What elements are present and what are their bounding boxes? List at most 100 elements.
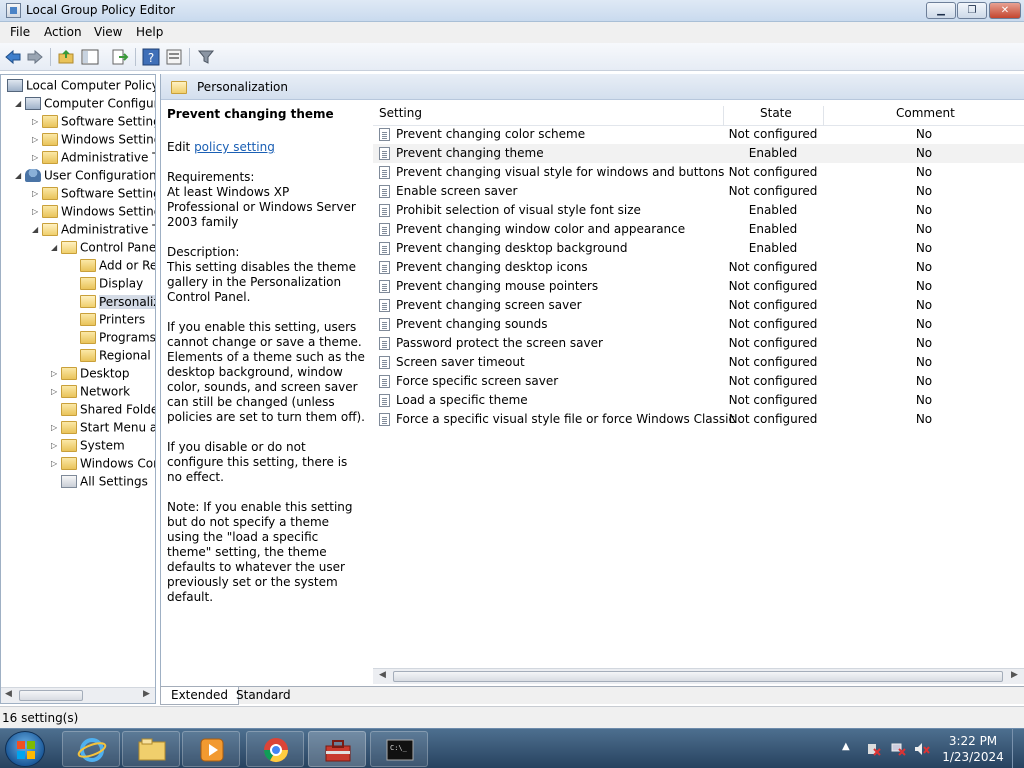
expand-triangle-icon[interactable]: ▷ (51, 423, 61, 432)
back-arrow-icon[interactable] (4, 48, 22, 66)
tree-node[interactable]: Personaliz (70, 294, 155, 312)
internet-explorer-taskbar-button[interactable] (62, 731, 120, 767)
tab-standard[interactable]: Standard (226, 687, 301, 705)
edit-policy-setting-link[interactable]: policy setting (194, 140, 275, 154)
column-header-comment[interactable]: Comment (896, 106, 955, 120)
console-tree[interactable]: Local Computer Policy ◢ Computer Configura… (0, 74, 156, 704)
maximize-button[interactable]: ❐ (957, 2, 987, 19)
collapse-triangle-icon[interactable]: ◢ (15, 171, 25, 180)
show-hidden-icons-arrow[interactable]: ▲ (842, 741, 850, 752)
file-explorer-taskbar-button[interactable] (122, 731, 180, 767)
tree-node[interactable]: ◢ Computer Configura (15, 96, 155, 114)
setting-row[interactable]: Password protect the screen saver Not con… (373, 334, 1024, 353)
scroll-left-arrow-icon[interactable]: ◀ (379, 670, 386, 680)
setting-row[interactable]: Enable screen saver Not configured No (373, 182, 1024, 201)
filter-icon[interactable] (197, 48, 215, 66)
tree-node[interactable]: Add or Re (70, 258, 155, 276)
tree-node[interactable]: ▷ Start Menu ar (51, 420, 155, 438)
tree-node[interactable]: ▷ Software Settings (32, 114, 155, 132)
media-player-taskbar-button[interactable] (182, 731, 240, 767)
scroll-right-arrow-icon[interactable]: ▶ (1011, 670, 1018, 680)
tree-node[interactable]: ▷ Windows Setting (32, 132, 155, 150)
tree-node[interactable]: ▷ Administrative Te (32, 150, 155, 168)
setting-row[interactable]: Prevent changing desktop icons Not config… (373, 258, 1024, 277)
tree-node[interactable]: ▷ Network (51, 384, 130, 402)
tree-node[interactable]: ▷ Windows Cor (51, 456, 155, 474)
expand-triangle-icon[interactable]: ▷ (32, 189, 42, 198)
tree-node[interactable]: ▷ System (51, 438, 125, 456)
setting-row[interactable]: Screen saver timeout Not configured No (373, 353, 1024, 372)
group-policy-taskbar-button[interactable] (308, 731, 366, 767)
column-header-setting[interactable]: Setting (379, 106, 422, 120)
start-button[interactable] (5, 731, 45, 767)
expand-triangle-icon[interactable]: ▷ (51, 387, 61, 396)
tree-node[interactable]: Local Computer Policy (7, 78, 155, 96)
menu-view[interactable]: View (94, 25, 122, 39)
list-horizontal-scrollbar[interactable]: ◀ ▶ (373, 668, 1024, 684)
expand-triangle-icon[interactable]: ▷ (32, 117, 42, 126)
setting-row[interactable]: Force a specific visual style file or fo… (373, 410, 1024, 429)
export-list-icon[interactable] (111, 48, 129, 66)
expand-triangle-icon[interactable]: ▷ (51, 459, 61, 468)
tree-node[interactable]: Display (70, 276, 143, 294)
collapse-triangle-icon[interactable]: ◢ (15, 99, 25, 108)
help-icon[interactable]: ? (142, 48, 160, 66)
column-separator[interactable] (823, 106, 824, 126)
menu-file[interactable]: File (10, 25, 30, 39)
tree-node[interactable]: ◢ User Configuration (15, 168, 155, 186)
status-bar: 16 setting(s) (0, 706, 1024, 728)
scroll-left-arrow-icon[interactable]: ◀ (5, 689, 12, 699)
column-header-state[interactable]: State (760, 106, 792, 120)
setting-row[interactable]: Prevent changing visual style for window… (373, 163, 1024, 182)
clock-date[interactable]: 1/23/2024 (940, 750, 1006, 764)
tree-node[interactable]: ▷ Desktop (51, 366, 130, 384)
setting-row[interactable]: Prevent changing color scheme Not configu… (373, 125, 1024, 144)
properties-icon[interactable] (165, 48, 183, 66)
tree-node[interactable]: Regional a (70, 348, 155, 366)
chrome-taskbar-button[interactable] (246, 731, 304, 767)
scroll-thumb[interactable] (19, 690, 83, 701)
expand-triangle-icon[interactable]: ▷ (51, 369, 61, 378)
tree-node[interactable]: All Settings (51, 474, 148, 492)
setting-row[interactable]: Prevent changing desktop background Enabl… (373, 239, 1024, 258)
tree-node[interactable]: ▷ Software Settings (32, 186, 155, 204)
setting-row[interactable]: Force specific screen saver Not configure… (373, 372, 1024, 391)
setting-row[interactable]: Prevent changing theme Enabled No (373, 144, 1024, 163)
close-button[interactable]: ✕ (989, 2, 1021, 19)
setting-row[interactable]: Load a specific theme Not configured No (373, 391, 1024, 410)
tree-horizontal-scrollbar[interactable]: ◀ ▶ (1, 687, 155, 703)
menu-help[interactable]: Help (136, 25, 163, 39)
command-prompt-taskbar-button[interactable]: C:\_ (370, 731, 428, 767)
collapse-triangle-icon[interactable]: ◢ (51, 243, 61, 252)
forward-arrow-icon[interactable] (26, 48, 44, 66)
tree-node[interactable]: Programs (70, 330, 155, 348)
clock-time[interactable]: 3:22 PM (940, 734, 1006, 748)
up-folder-icon[interactable] (57, 48, 75, 66)
expand-triangle-icon[interactable]: ▷ (32, 207, 42, 216)
expand-triangle-icon[interactable]: ▷ (51, 441, 61, 450)
setting-row[interactable]: Prevent changing mouse pointers Not confi… (373, 277, 1024, 296)
scroll-thumb[interactable] (393, 671, 1003, 682)
tree-node[interactable]: ▷ Windows Setting (32, 204, 155, 222)
setting-row[interactable]: Prevent changing screen saver Not configu… (373, 296, 1024, 315)
setting-row[interactable]: Prevent changing window color and appear… (373, 220, 1024, 239)
tree-node[interactable]: Printers (70, 312, 145, 330)
scroll-right-arrow-icon[interactable]: ▶ (143, 689, 150, 699)
expand-triangle-icon[interactable]: ▷ (32, 153, 42, 162)
setting-row[interactable]: Prohibit selection of visual style font … (373, 201, 1024, 220)
setting-row[interactable]: Prevent changing sounds Not configured No (373, 315, 1024, 334)
show-hide-tree-icon[interactable] (81, 48, 99, 66)
menu-action[interactable]: Action (44, 25, 82, 39)
show-desktop-button[interactable] (1012, 729, 1024, 768)
tree-node[interactable]: ◢ Control Panel (51, 240, 155, 258)
tree-node[interactable]: ◢ Administrative Te (32, 222, 155, 240)
expand-triangle-icon[interactable]: ▷ (32, 135, 42, 144)
settings-list[interactable]: Setting State Comment Prevent changing c… (373, 100, 1024, 685)
column-separator[interactable] (723, 106, 724, 126)
minimize-button[interactable]: ▁ (926, 2, 956, 19)
action-center-icon[interactable] (866, 742, 882, 756)
tree-node[interactable]: Shared Folder (51, 402, 155, 420)
network-icon[interactable] (890, 742, 906, 756)
collapse-triangle-icon[interactable]: ◢ (32, 225, 42, 234)
volume-muted-icon[interactable] (914, 742, 930, 756)
